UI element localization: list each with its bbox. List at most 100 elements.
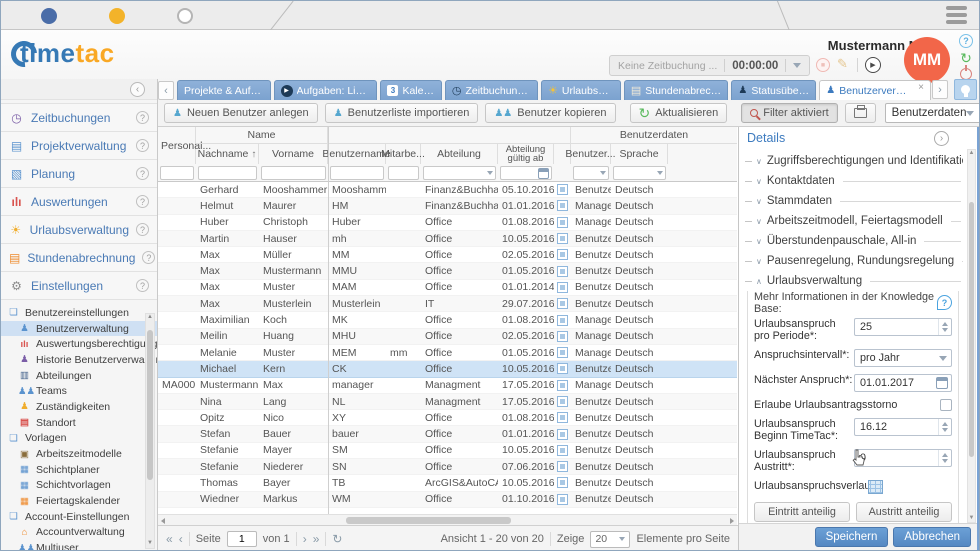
window-control-icon[interactable] [177, 8, 193, 24]
help-icon[interactable]: ? [136, 223, 149, 236]
table-row[interactable]: Maximilian Koch MK Office 01.08.2016 Man… [158, 312, 737, 328]
user-data-grid-icon[interactable] [557, 184, 568, 195]
tab[interactable]: ▤ Stundenabrechnung [624, 80, 729, 100]
details-section[interactable]: ∨ Überstundenpauschale, All-in [745, 231, 961, 251]
filter-nachname[interactable] [198, 166, 257, 180]
copy-user-button[interactable]: ♟♟ Benutzer kopieren [485, 103, 615, 123]
table-row[interactable]: Nina Lang NL Managment 17.05.2016 Benutz… [158, 394, 737, 410]
user-data-grid-icon[interactable] [557, 298, 568, 309]
user-data-grid-icon[interactable] [557, 282, 568, 293]
tab-scroll-left-button[interactable]: ‹ [158, 81, 174, 100]
sidebar-tree-item[interactable]: ♟♟ Teams [1, 383, 157, 399]
tab[interactable]: ♟ Benutzerverwaltung × [819, 80, 931, 100]
column-header-abteilung-gueltig[interactable]: Abteilung gültig ab [498, 144, 554, 164]
user-data-grid-icon[interactable] [557, 494, 568, 505]
user-data-grid-icon[interactable] [557, 477, 568, 488]
periode-spinner-input[interactable]: 25 [854, 318, 952, 336]
help-icon[interactable]: ? [136, 139, 149, 152]
filter-gueltig-date[interactable] [500, 166, 552, 180]
table-row[interactable]: MA0001 Mustermann Max manager Managment … [158, 378, 737, 394]
table-row[interactable]: Gerhard Mooshammer Mooshammer Finanz&Buc… [158, 182, 737, 198]
user-data-grid-icon[interactable] [557, 445, 568, 456]
table-row[interactable]: Stefan Bauer bauer Office 01.01.2016 Ben… [158, 426, 737, 442]
reload-icon[interactable]: ↻ [332, 532, 342, 546]
austritt-anteilig-button[interactable]: Austritt anteilig [856, 502, 952, 522]
sidebar-tree-item[interactable]: ❏ Account-Einstellungen [1, 509, 157, 525]
scrollbar-thumb[interactable] [969, 202, 974, 457]
help-icon[interactable]: ? [136, 195, 149, 208]
table-row[interactable]: Max Musterlein Musterlein IT 29.07.2016 … [158, 296, 737, 312]
spinner-arrows-icon[interactable] [938, 319, 951, 335]
user-data-grid-icon[interactable] [557, 233, 568, 244]
user-data-grid-icon[interactable] [557, 363, 568, 374]
details-section[interactable]: ∨ Arbeitszeitmodell, Feiertagsmodell [745, 211, 961, 231]
table-row[interactable]: Melanie Muster MEM mm Office 01.05.2016 … [158, 345, 737, 361]
details-section[interactable]: ∨ Stammdaten [745, 191, 961, 211]
filter-abteilung-select[interactable] [423, 166, 496, 180]
help-icon[interactable]: ? [136, 111, 149, 124]
sidebar-nav-item[interactable]: ▤ Stundenabrechnung ? [1, 244, 157, 272]
filter-mitarbeiter-input[interactable] [391, 168, 416, 179]
user-data-grid-icon[interactable] [557, 217, 568, 228]
scroll-down-icon[interactable]: ▼ [968, 515, 975, 521]
column-header-abteilung[interactable]: Abteilung [421, 144, 498, 164]
eintritt-anteilig-button[interactable]: Eintritt anteilig [754, 502, 850, 522]
table-row[interactable]: Stefanie Mayer SM Office 10.05.2016 Benu… [158, 443, 737, 459]
sidebar-nav-item[interactable]: ◷ Zeitbuchungen ? [1, 104, 157, 132]
details-section[interactable]: ∨ Kontaktdaten [745, 171, 961, 191]
sidebar-tree-item[interactable]: ▦ Schichtvorlagen [1, 478, 157, 494]
avatar[interactable]: MM [904, 37, 950, 83]
table-row[interactable]: Stefanie Niederer SN Office 07.06.2016 B… [158, 459, 737, 475]
filter-benutzername[interactable] [330, 166, 384, 180]
tab-scroll-right-button[interactable]: › [932, 80, 948, 99]
tab[interactable]: ♟ Statusübersicht [731, 80, 816, 100]
sidebar-tree-item[interactable]: ▤ Standort [1, 415, 157, 431]
intervall-select[interactable]: pro Jahr [854, 349, 952, 367]
view-select[interactable]: Benutzerdaten [885, 103, 980, 123]
user-data-grid-icon[interactable] [557, 347, 568, 358]
table-row[interactable]: Max Mustermann MMU Office 01.05.2016 Ben… [158, 263, 737, 279]
sidebar-tree-item[interactable]: ⌂ Accountverwaltung [1, 525, 157, 541]
scrollbar-thumb[interactable] [147, 330, 153, 480]
help-icon[interactable]: ? [136, 167, 149, 180]
sidebar-nav-item[interactable]: ▧ Planung ? [1, 160, 157, 188]
first-page-button[interactable]: « [166, 532, 173, 546]
calendar-icon[interactable] [936, 377, 948, 389]
scroll-right-icon[interactable] [730, 518, 734, 524]
details-scrollbar[interactable]: ▲ ▼ [967, 149, 976, 523]
sidebar-tree-item[interactable]: ♟ Benutzerverwaltung [1, 321, 157, 337]
sidebar-tree-item[interactable]: ▦ Feiertagskalender [1, 493, 157, 509]
next-page-button[interactable]: › [303, 532, 307, 546]
import-user-list-button[interactable]: ♟ Benutzerliste importieren [325, 103, 479, 123]
sidebar-tree-item[interactable]: ♟ Zuständigkeiten [1, 399, 157, 415]
user-data-grid-icon[interactable] [557, 461, 568, 472]
scroll-up-icon[interactable]: ▲ [969, 150, 975, 156]
naechster-anspruch-date-input[interactable]: 01.01.2017 [854, 374, 952, 392]
chevron-down-icon[interactable] [793, 63, 801, 68]
scroll-down-icon[interactable]: ▼ [146, 540, 154, 546]
table-row[interactable]: Michael Kern CK Office 10.05.2016 Benutz… [158, 361, 737, 377]
column-header-personal[interactable]: Personal... [158, 127, 196, 164]
column-header-rolle[interactable]: Benutzer... [571, 144, 611, 164]
details-section[interactable]: ∨ Pausenregelung, Rundungsregelung [745, 251, 961, 271]
details-section[interactable]: ∨ Zugriffsberechtigungen und Identifikat… [745, 151, 961, 171]
filter-personal[interactable] [160, 166, 194, 180]
time-tracking-widget[interactable]: Keine Zeitbuchung ... 00:00:00 [609, 55, 810, 76]
sidebar-tree-item[interactable]: ▥ Abteilungen [1, 368, 157, 384]
tab[interactable]: Projekte & Aufgaben [177, 80, 271, 100]
edit-note-icon[interactable]: ✎ [837, 56, 848, 72]
details-collapse-button[interactable]: › [934, 131, 949, 146]
user-data-grid-icon[interactable] [557, 380, 568, 391]
help-icon[interactable]: ? [959, 34, 973, 48]
prev-page-button[interactable]: ‹ [179, 532, 183, 546]
stop-recording-icon[interactable]: ■ [816, 58, 830, 72]
column-header-sprache[interactable]: Sprache [611, 144, 668, 164]
user-data-grid-icon[interactable] [557, 266, 568, 277]
sidebar-tree-item[interactable]: ▦ Schichtplaner [1, 462, 157, 478]
sidebar-nav-item[interactable]: ılı Auswertungen ? [1, 188, 157, 216]
filter-mitarbeiter[interactable] [388, 166, 419, 180]
sidebar-nav-item[interactable]: ☀ Urlaubsverwaltung ? [1, 216, 157, 244]
window-control-icon[interactable] [109, 8, 125, 24]
spinner-arrows-icon[interactable] [938, 450, 951, 466]
anspruch-beginn-spinner-input[interactable]: 16.12 [854, 418, 952, 436]
